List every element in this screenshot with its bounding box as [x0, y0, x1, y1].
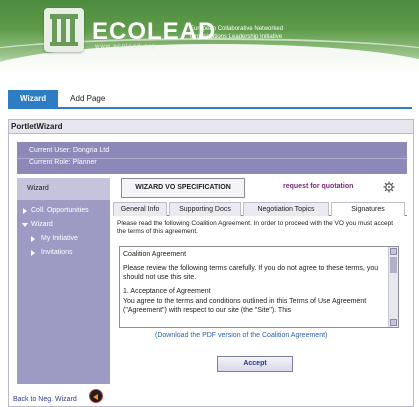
agreement-scrollbar[interactable] — [388, 247, 398, 327]
main-content: WIZARD VO SPECIFICATION request for quot… — [113, 178, 407, 384]
gear-icon[interactable] — [383, 181, 395, 193]
user-info-bar: Current User: Dongria Ltd Current Role: … — [17, 142, 407, 174]
brand-url: www.ecolead.org — [95, 44, 156, 50]
tab-add-page[interactable]: Add Page — [58, 90, 117, 107]
triangle-down-icon — [22, 223, 28, 227]
scroll-down-icon[interactable] — [390, 319, 397, 326]
download-pdf-link[interactable]: (Download the PDF version of the Coaliti… — [155, 332, 327, 339]
agreement-content: Coalition Agreement Please review the fo… — [123, 250, 385, 320]
triangle-right-icon — [31, 236, 35, 242]
tab-wizard[interactable]: Wizard — [8, 90, 59, 107]
tab-underline — [8, 107, 412, 109]
accept-button[interactable]: Accept — [217, 356, 293, 372]
portlet-title: PortletWizard — [9, 120, 413, 134]
back-to-neg-wizard-link[interactable]: Back to Neg. Wizard — [13, 396, 77, 403]
current-user: Current User: Dongria Ltd — [29, 147, 110, 154]
agreement-paragraph: Please review the following terms carefu… — [123, 265, 379, 281]
tab-supporting-docs[interactable]: Supporting Docs — [169, 202, 241, 216]
tab-negotiation-topics[interactable]: Negotiation Topics — [243, 202, 329, 216]
nav-item-my-initiative[interactable]: My Initiative — [17, 232, 110, 246]
wizard-subtabs: General Info Supporting Docs Negotiation… — [113, 202, 407, 216]
request-for-quotation-link[interactable]: request for quotation — [283, 183, 353, 190]
brand-tagline: European Collaborative Networked Organiz… — [190, 26, 284, 40]
page-tabs: Wizard Add Page — [8, 90, 117, 107]
scroll-up-icon[interactable] — [390, 248, 397, 255]
tab-signatures[interactable]: Signatures — [331, 202, 405, 216]
ecolead-logo — [44, 8, 84, 52]
wizard-title: WIZARD VO SPECIFICATION — [121, 178, 245, 198]
nav-item-wizard[interactable]: Wizard — [17, 218, 110, 232]
triangle-right-icon — [31, 250, 35, 256]
coalition-agreement-textbox[interactable]: Coalition Agreement Please review the fo… — [119, 246, 399, 328]
agreement-intro-text: Please read the following Coalition Agre… — [117, 220, 394, 235]
triangle-right-icon — [23, 208, 27, 214]
header-banner: ECOLEAD www.ecolead.org European Collabo… — [0, 0, 419, 74]
portlet-wizard: PortletWizard Current User: Dongria Ltd … — [8, 119, 414, 407]
scroll-thumb[interactable] — [390, 257, 397, 273]
left-navigation: Wizard Coll. Opportunities Wizard My Ini… — [17, 178, 110, 384]
back-arrow-icon[interactable] — [89, 389, 103, 403]
nav-item-invitations[interactable]: Invitations — [17, 246, 110, 260]
nav-item-coll-opportunities[interactable]: Coll. Opportunities — [17, 204, 110, 218]
agreement-heading: Coalition Agreement — [123, 251, 187, 258]
nav-header: Wizard — [17, 178, 110, 200]
tab-general-info[interactable]: General Info — [113, 202, 167, 216]
agreement-paragraph: You agree to the terms and conditions ou… — [123, 298, 367, 314]
agreement-section-title: 1. Acceptance of Agreement — [123, 288, 211, 295]
